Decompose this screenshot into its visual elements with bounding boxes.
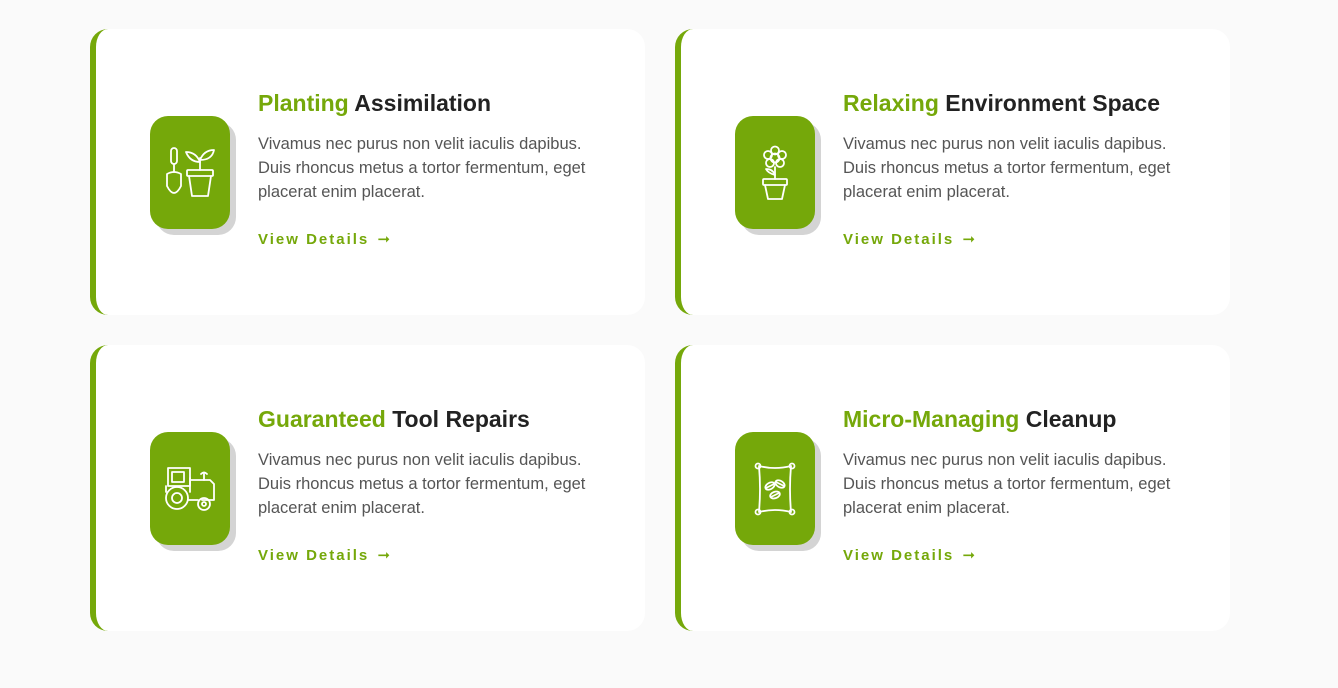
service-title-rest: Cleanup — [1019, 406, 1117, 432]
service-title: Micro-Managing Cleanup — [843, 404, 1203, 434]
service-description: Vivamus nec purus non velit iaculis dapi… — [258, 451, 586, 517]
view-details-label: View Details — [843, 547, 955, 564]
service-title-rest: Tool Repairs — [385, 406, 530, 432]
service-title: Planting Assimilation — [258, 88, 618, 118]
service-icon-box — [735, 116, 815, 229]
garden-tools-plant-icon — [166, 146, 215, 197]
service-title-accent: Planting — [258, 90, 349, 116]
service-card-tool-repairs: Guaranteed Tool Repairs Vivamus nec puru… — [90, 345, 645, 631]
arrow-right-icon: ➞ — [962, 231, 976, 248]
service-card-relaxing: Relaxing Environment Space Vivamus nec p… — [675, 29, 1230, 315]
view-details-link[interactable]: View Details ➞ — [258, 230, 390, 248]
service-title-accent: Micro-Managing — [843, 406, 1020, 432]
view-details-label: View Details — [258, 547, 370, 564]
view-details-link[interactable]: View Details ➞ — [843, 546, 975, 564]
service-title-rest: Environment Space — [938, 90, 1160, 116]
arrow-right-icon: ➞ — [962, 547, 976, 564]
service-title: Relaxing Environment Space — [843, 88, 1203, 118]
service-content: Relaxing Environment Space Vivamus nec p… — [843, 88, 1203, 249]
view-details-label: View Details — [843, 231, 955, 248]
service-title-accent: Relaxing — [843, 90, 939, 116]
seed-bag-icon — [754, 462, 796, 515]
service-card-cleanup: Micro-Managing Cleanup Vivamus nec purus… — [675, 345, 1230, 631]
service-title-accent: Guaranteed — [258, 406, 386, 432]
service-description: Vivamus nec purus non velit iaculis dapi… — [258, 135, 586, 201]
flower-pot-icon — [762, 145, 788, 200]
service-title-rest: Assimilation — [348, 90, 492, 116]
services-grid: Planting Assimilation Vivamus nec purus … — [90, 29, 1230, 631]
service-content: Planting Assimilation Vivamus nec purus … — [258, 88, 618, 249]
service-content: Guaranteed Tool Repairs Vivamus nec puru… — [258, 404, 618, 565]
view-details-link[interactable]: View Details ➞ — [843, 230, 975, 248]
service-content: Micro-Managing Cleanup Vivamus nec purus… — [843, 404, 1203, 565]
service-icon-box — [150, 116, 230, 229]
service-description: Vivamus nec purus non velit iaculis dapi… — [843, 451, 1171, 517]
view-details-label: View Details — [258, 231, 370, 248]
arrow-right-icon: ➞ — [377, 231, 391, 248]
arrow-right-icon: ➞ — [377, 547, 391, 564]
service-icon-box — [735, 432, 815, 545]
service-title: Guaranteed Tool Repairs — [258, 404, 618, 434]
service-card-planting: Planting Assimilation Vivamus nec purus … — [90, 29, 645, 315]
service-icon-box — [150, 432, 230, 545]
view-details-link[interactable]: View Details ➞ — [258, 546, 390, 564]
service-description: Vivamus nec purus non velit iaculis dapi… — [843, 135, 1171, 201]
tractor-icon — [165, 466, 215, 511]
